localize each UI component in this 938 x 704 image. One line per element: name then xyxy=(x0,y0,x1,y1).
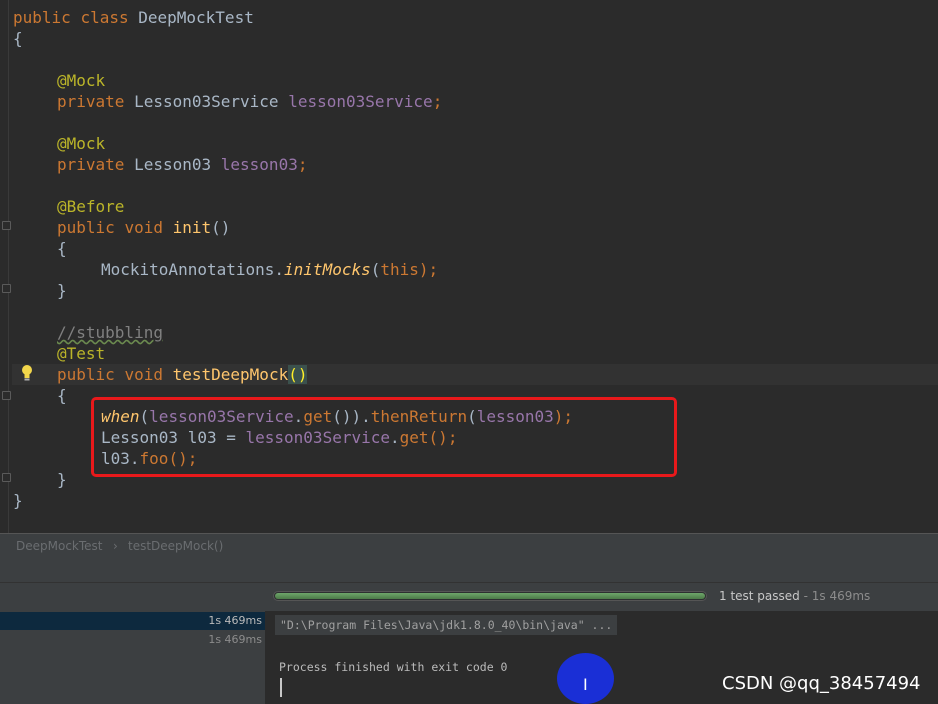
code-line-field: private Lesson03 lesson03; xyxy=(57,155,308,174)
breadcrumb-class[interactable]: DeepMockTest xyxy=(16,534,103,558)
text-caret xyxy=(280,678,282,697)
code-line-annotation: @Before xyxy=(57,197,125,216)
code-line-method-decl: public void testDeepMock() xyxy=(57,365,308,384)
code-line-open-brace: { xyxy=(57,239,67,258)
fold-marker-icon[interactable] xyxy=(2,284,11,293)
tree-row[interactable]: 1s 469ms xyxy=(0,612,265,630)
breadcrumb-method[interactable]: testDeepMock() xyxy=(128,534,223,558)
fold-marker-icon[interactable] xyxy=(2,391,11,400)
console-finish-line: Process finished with exit code 0 xyxy=(279,660,508,674)
test-progress-fill xyxy=(275,593,705,599)
code-line-close-brace: } xyxy=(57,281,67,300)
code-line-statement: MockitoAnnotations.initMocks(this); xyxy=(101,260,439,279)
code-line-open-brace: { xyxy=(57,386,67,405)
run-toolbar xyxy=(0,558,938,582)
test-progress-row: 1 test passed - 1s 469ms xyxy=(0,582,938,611)
code-line-annotation: @Mock xyxy=(57,134,106,153)
text-cursor-icon: I xyxy=(583,675,588,694)
tree-row[interactable]: 1s 469ms xyxy=(0,631,265,649)
fold-marker-icon[interactable] xyxy=(2,473,11,482)
code-line-close-brace: } xyxy=(57,470,67,489)
test-tree-panel[interactable]: 1s 469ms 1s 469ms xyxy=(0,611,266,704)
code-line-annotation: @Test xyxy=(57,344,106,363)
code-line-class-decl: public class DeepMockTest xyxy=(13,8,254,27)
code-line-comment: //stubbling xyxy=(57,323,163,342)
code-line-close-brace: } xyxy=(13,491,23,510)
code-line-annotation: @Mock xyxy=(57,71,106,90)
code-line-field: private Lesson03Service lesson03Service; xyxy=(57,92,443,111)
tree-row-time: 1s 469ms xyxy=(208,614,262,627)
fold-marker-icon[interactable] xyxy=(2,221,11,230)
code-line-method-decl: public void init() xyxy=(57,218,231,237)
code-editor[interactable]: public class DeepMockTest { @Mock privat… xyxy=(0,0,938,533)
breadcrumb: DeepMockTest › testDeepMock() xyxy=(0,533,938,559)
code-line-open-brace: { xyxy=(13,29,23,48)
watermark: CSDN @qq_38457494 xyxy=(722,673,921,694)
red-highlight-box xyxy=(91,397,677,477)
test-status: 1 test passed - 1s 469ms xyxy=(719,589,871,603)
console-command-line[interactable]: "D:\Program Files\Java\jdk1.8.0_40\bin\j… xyxy=(275,615,618,635)
test-progress-bar xyxy=(273,591,707,601)
gutter-line xyxy=(8,0,9,533)
tree-row-time: 1s 469ms xyxy=(208,633,262,646)
breadcrumb-separator: › xyxy=(113,539,118,553)
lightbulb-icon[interactable] xyxy=(19,364,35,382)
